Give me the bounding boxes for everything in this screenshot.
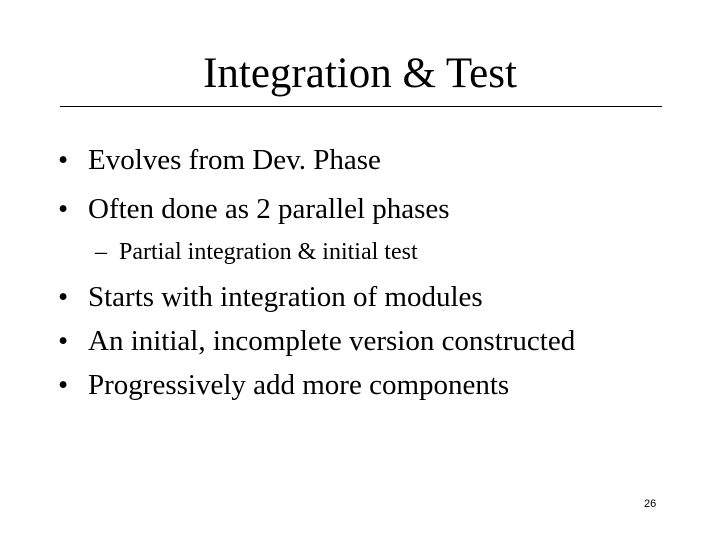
bullet-item: • An initial, incomplete version construc…	[58, 324, 575, 358]
bullet-text: Often done as 2 parallel phases	[88, 193, 450, 225]
bullet-marker: •	[58, 144, 69, 176]
bullet-marker: •	[58, 193, 69, 225]
title-divider	[60, 106, 662, 107]
sub-bullet-item: – Partial integration & initial test	[95, 238, 418, 266]
bullet-item: • Starts with integration of modules	[58, 280, 483, 314]
bullet-text: An initial, incomplete version construct…	[88, 325, 576, 357]
slide-title: Integration & Test	[203, 50, 517, 97]
sub-bullet-text: Partial integration & initial test	[119, 239, 418, 265]
bullet-item: • Evolves from Dev. Phase	[58, 143, 381, 177]
bullet-marker: •	[58, 325, 69, 357]
bullet-item: • Often done as 2 parallel phases	[58, 192, 450, 226]
bullet-marker: •	[58, 281, 69, 313]
bullet-marker: •	[58, 369, 69, 401]
sub-bullet-marker: –	[95, 239, 107, 265]
bullet-text: Evolves from Dev. Phase	[88, 144, 381, 176]
bullet-item: • Progressively add more components	[58, 368, 509, 402]
bullet-text: Progressively add more components	[88, 369, 510, 401]
bullet-text: Starts with integration of modules	[88, 281, 483, 313]
page-number: 26	[644, 498, 657, 510]
